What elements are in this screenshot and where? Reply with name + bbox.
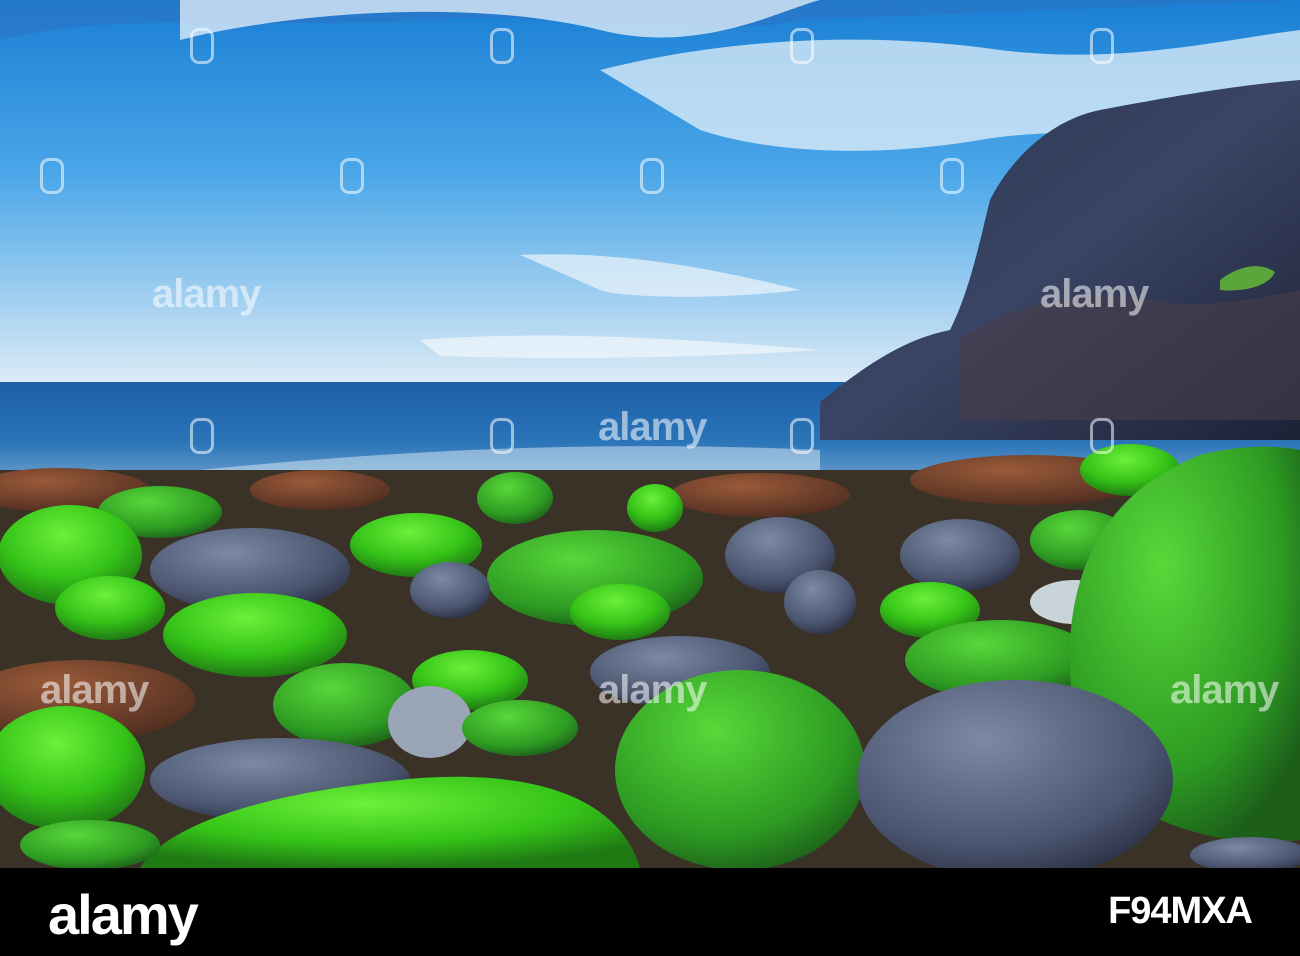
- watermark-mark: [190, 28, 214, 64]
- watermark-mark: [790, 28, 814, 64]
- watermark-text-bottom-right: alamy: [1170, 668, 1279, 712]
- watermark-text-right: alamy: [1040, 272, 1149, 316]
- watermark-text-bottom-center: alamy: [598, 668, 707, 712]
- watermark-mark: [40, 158, 64, 194]
- stock-photo-frame: alamy alamy alamy alamy alamy alamy alam…: [0, 0, 1300, 956]
- watermark-mark: [190, 418, 214, 454]
- watermark-mark: [490, 418, 514, 454]
- watermark-mark: [490, 28, 514, 64]
- image-id-label: F94MXA: [1108, 890, 1253, 932]
- watermark-text-left: alamy: [152, 272, 261, 316]
- brand-logo: alamy: [48, 883, 199, 946]
- stock-footer-bar: alamy F94MXA: [0, 868, 1300, 956]
- watermark-text-center: alamy: [598, 405, 707, 449]
- watermark-text-bottom-left: alamy: [40, 668, 149, 712]
- watermark-mark: [340, 158, 364, 194]
- watermark-mark: [790, 418, 814, 454]
- watermark-mark: [640, 158, 664, 194]
- watermark-mark: [1090, 418, 1114, 454]
- watermark-mark: [940, 158, 964, 194]
- coastal-scene-photo: alamy alamy alamy alamy alamy alamy: [0, 0, 1300, 868]
- watermark-mark: [1090, 28, 1114, 64]
